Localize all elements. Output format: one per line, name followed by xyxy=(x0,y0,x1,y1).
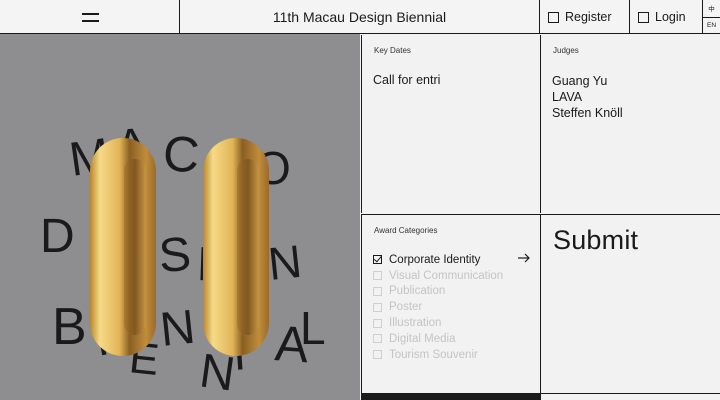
submit-panel: Submit xyxy=(540,214,720,393)
judges-list: Guang Yu LAVA Steffen Knöll xyxy=(552,73,623,121)
site-title[interactable]: 11th Macau Design Biennial xyxy=(180,0,540,34)
award-item-illustration[interactable]: Illustration xyxy=(373,315,503,331)
checkbox-icon[interactable] xyxy=(373,286,382,296)
checkbox-icon[interactable] xyxy=(373,350,382,360)
award-item-corporate-identity[interactable]: Corporate Identity xyxy=(373,252,503,268)
hero-letter: S xyxy=(157,228,193,283)
bottom-dark-bar xyxy=(361,393,540,400)
judge-name[interactable]: Guang Yu xyxy=(552,73,623,89)
award-item-label: Visual Communication xyxy=(389,269,504,282)
judges-label: Judges xyxy=(553,46,579,55)
lang-zh[interactable]: 中 xyxy=(703,3,720,13)
login-button[interactable]: Login xyxy=(638,0,703,34)
hero-letter: D xyxy=(40,210,75,263)
gold-pill-left xyxy=(90,138,156,356)
award-categories-label: Award Categories xyxy=(374,226,438,235)
checkbox-icon[interactable] xyxy=(373,302,382,312)
judges-panel: Judges Guang Yu LAVA Steffen Knöll xyxy=(540,35,720,213)
hero-letter: C xyxy=(161,125,201,183)
key-dates-panel: Key Dates Call for entri xyxy=(361,35,540,213)
award-item-label: Digital Media xyxy=(389,332,456,345)
gold-pill-right xyxy=(203,138,269,356)
checkbox-icon[interactable] xyxy=(373,334,382,344)
award-item-label: Tourism Souvenir xyxy=(389,348,478,361)
submit-button[interactable]: Submit xyxy=(553,225,638,256)
award-item-label: Poster xyxy=(389,301,423,314)
award-item-tourism-souvenir[interactable]: Tourism Souvenir xyxy=(373,347,503,363)
hero-artwork-svg: MACAODESIGNBIENNIAL xyxy=(40,117,326,400)
hero-letter: B xyxy=(52,298,87,356)
hero-letter: N xyxy=(266,235,304,290)
hamburger-menu-icon xyxy=(82,13,99,15)
key-dates-label: Key Dates xyxy=(374,46,411,55)
arrow-right-icon[interactable] xyxy=(517,252,531,264)
award-item-visual-communication[interactable]: Visual Communication xyxy=(373,268,503,284)
checkbox-icon[interactable] xyxy=(373,318,382,328)
award-item-poster[interactable]: Poster xyxy=(373,299,503,315)
lang-en[interactable]: EN xyxy=(703,22,720,29)
award-item-label: Corporate Identity xyxy=(389,253,481,266)
hero-artwork: MACAODESIGNBIENNIAL xyxy=(0,34,360,400)
register-button[interactable]: Register xyxy=(548,0,630,34)
award-item-digital-media[interactable]: Digital Media xyxy=(373,331,503,347)
login-label: Login xyxy=(655,10,686,24)
award-categories-panel: Award Categories Corporate Identity Visu… xyxy=(361,214,540,393)
header: 11th Macau Design Biennial Register Logi… xyxy=(0,0,720,34)
award-item-label: Illustration xyxy=(389,317,442,330)
login-checkbox-icon xyxy=(638,11,649,23)
language-switcher: 中 EN xyxy=(703,0,720,34)
award-item-label: Publication xyxy=(389,285,446,298)
hamburger-menu-icon-line xyxy=(82,20,99,22)
register-label: Register xyxy=(565,10,612,24)
register-checkbox-icon xyxy=(548,11,559,23)
checkbox-checked-icon[interactable] xyxy=(373,255,382,265)
bottom-edge xyxy=(540,393,720,400)
hero-letter: N xyxy=(158,301,198,357)
award-categories-list: Corporate Identity Visual Communication … xyxy=(373,252,503,363)
judge-name[interactable]: Steffen Knöll xyxy=(552,105,623,121)
judge-name[interactable]: LAVA xyxy=(552,89,623,105)
menu-button[interactable] xyxy=(0,0,180,34)
key-dates-text[interactable]: Call for entri xyxy=(373,73,440,87)
award-item-publication[interactable]: Publication xyxy=(373,284,503,300)
checkbox-icon[interactable] xyxy=(373,271,382,281)
lang-divider xyxy=(703,17,720,18)
hero-letter: L xyxy=(300,302,326,354)
